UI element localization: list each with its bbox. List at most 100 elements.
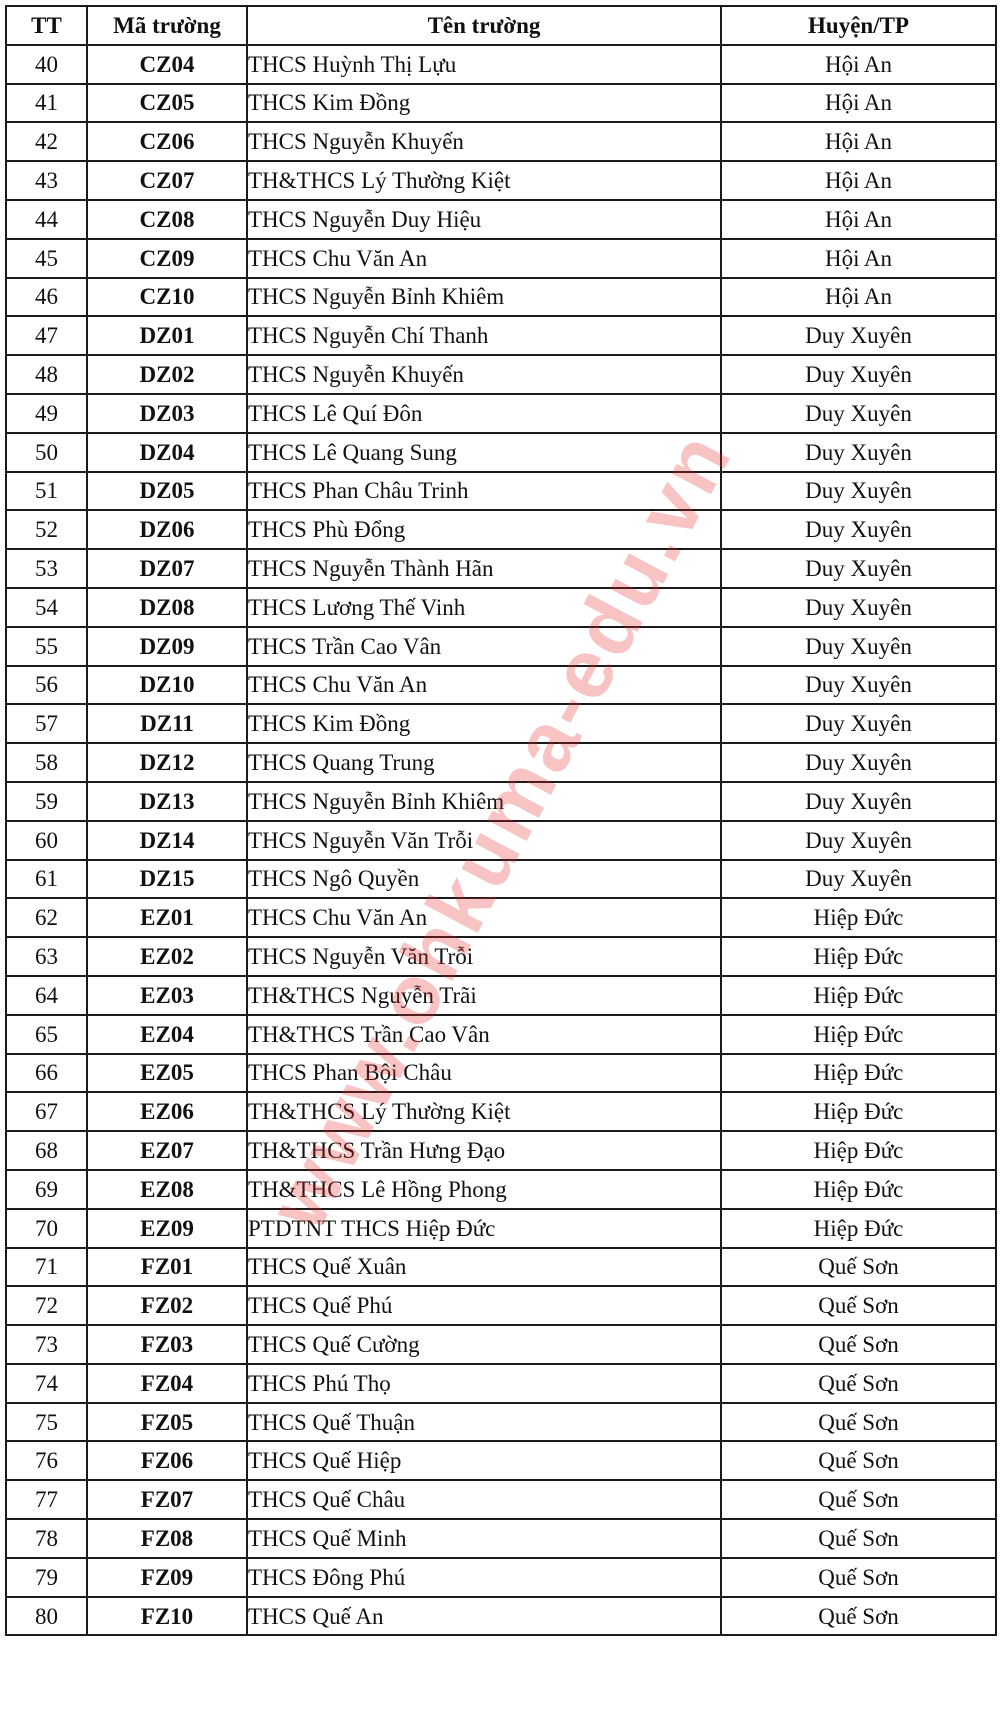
school-code: FZ07 [86,1479,248,1521]
school-code: CZ10 [86,276,248,318]
table-row: 70 EZ09 PTDTNT THCS Hiệp Đức Hiệp Đức [5,1207,997,1249]
row-number: 51 [5,470,88,512]
school-name: TH&THCS Lý Thường Kiệt [246,160,722,201]
school-code: EZ02 [86,936,248,977]
table-row: 55 DZ09 THCS Trần Cao Vân Duy Xuyên [5,625,997,667]
row-number: 56 [5,664,88,706]
school-code: DZ08 [86,586,248,628]
school-name: THCS Quế Xuân [246,1246,722,1288]
school-code: EZ03 [86,974,248,1016]
school-name: THCS Nguyễn Văn Trỗi [246,819,722,861]
table-row: 72 FZ02 THCS Quế Phú Quế Sơn [5,1285,997,1327]
row-number: 65 [5,1013,88,1055]
district-name: Hội An [720,43,997,85]
row-number: 46 [5,276,88,318]
row-number: 49 [5,392,88,434]
school-name: THCS Ngô Quyền [246,858,722,900]
table-row: 52 DZ06 THCS Phù Đổng Duy Xuyên [5,509,997,551]
table-row: 75 FZ05 THCS Quế Thuận Quế Sơn [5,1401,997,1443]
school-code: EZ05 [86,1052,248,1094]
district-name: Hiệp Đức [720,1168,997,1210]
row-number: 73 [5,1324,88,1365]
district-name: Hội An [720,276,997,318]
table-row: 74 FZ04 THCS Phú Thọ Quế Sơn [5,1362,997,1404]
district-name: Duy Xuyên [720,586,997,628]
district-name: Quế Sơn [720,1324,997,1365]
table-row: 44 CZ08 THCS Nguyễn Duy Hiệu Hội An [5,198,997,240]
school-code: EZ08 [86,1168,248,1210]
district-name: Hiệp Đức [720,1207,997,1249]
school-code: CZ05 [86,82,248,124]
row-number: 54 [5,586,88,628]
table-row: 58 DZ12 THCS Quang Trung Duy Xuyên [5,742,997,783]
school-code: EZ01 [86,897,248,939]
district-name: Quế Sơn [720,1285,997,1327]
school-name: THCS Quế Châu [246,1479,722,1521]
district-name: Hội An [720,237,997,279]
district-name: Quế Sơn [720,1479,997,1521]
school-code: CZ07 [86,160,248,201]
table-row: 57 DZ11 THCS Kim Đồng Duy Xuyên [5,703,997,745]
row-number: 53 [5,548,88,589]
district-name: Hiệp Đức [720,1052,997,1094]
row-number: 48 [5,354,88,395]
header-school-code: Mã trường [86,5,248,46]
table-row: 63 EZ02 THCS Nguyễn Văn Trỗi Hiệp Đức [5,936,997,977]
district-name: Duy Xuyên [720,858,997,900]
row-number: 63 [5,936,88,977]
table-row: 60 DZ14 THCS Nguyễn Văn Trỗi Duy Xuyên [5,819,997,861]
district-name: Hiệp Đức [720,1013,997,1055]
school-name: THCS Nguyễn Khuyến [246,354,722,395]
table-row: 62 EZ01 THCS Chu Văn An Hiệp Đức [5,897,997,939]
district-name: Hội An [720,121,997,163]
school-name: THCS Lê Quang Sung [246,431,722,473]
row-number: 80 [5,1595,88,1637]
district-name: Hội An [720,82,997,124]
school-name: TH&THCS Trần Cao Vân [246,1013,722,1055]
table-row: 41 CZ05 THCS Kim Đồng Hội An [5,82,997,124]
row-number: 69 [5,1168,88,1210]
table-row: 64 EZ03 TH&THCS Nguyễn Trãi Hiệp Đức [5,974,997,1016]
district-name: Duy Xuyên [720,625,997,667]
table-row: 71 FZ01 THCS Quế Xuân Quế Sơn [5,1246,997,1288]
district-name: Hội An [720,198,997,240]
school-code: DZ03 [86,392,248,434]
school-name: THCS Quế Cường [246,1324,722,1365]
table-row: 42 CZ06 THCS Nguyễn Khuyến Hội An [5,121,997,163]
school-code: FZ05 [86,1401,248,1443]
school-name: THCS Quang Trung [246,742,722,783]
row-number: 40 [5,43,88,85]
school-name: THCS Quế Thuận [246,1401,722,1443]
school-code: DZ15 [86,858,248,900]
district-name: Duy Xuyên [720,703,997,745]
school-code: FZ06 [86,1440,248,1482]
row-number: 52 [5,509,88,551]
row-number: 58 [5,742,88,783]
table-row: 78 FZ08 THCS Quế Minh Quế Sơn [5,1518,997,1559]
row-number: 50 [5,431,88,473]
school-code: CZ04 [86,43,248,85]
table-row: 80 FZ10 THCS Quế An Quế Sơn [5,1595,997,1637]
school-code: DZ02 [86,354,248,395]
table-row: 43 CZ07 TH&THCS Lý Thường Kiệt Hội An [5,160,997,201]
school-name: THCS Nguyễn Khuyến [246,121,722,163]
table-row: 66 EZ05 THCS Phan Bội Châu Hiệp Đức [5,1052,997,1094]
table-row: 53 DZ07 THCS Nguyễn Thành Hãn Duy Xuyên [5,548,997,589]
district-name: Quế Sơn [720,1518,997,1559]
school-name: THCS Chu Văn An [246,664,722,706]
table-row: 47 DZ01 THCS Nguyễn Chí Thanh Duy Xuyên [5,315,997,357]
school-table: TT Mã trường Tên trường Huyện/TP 40 CZ04 T… [5,5,997,1637]
district-name: Duy Xuyên [720,664,997,706]
district-name: Hiệp Đức [720,897,997,939]
district-name: Duy Xuyên [720,509,997,551]
district-name: Duy Xuyên [720,742,997,783]
school-name: THCS Đông Phú [246,1556,722,1598]
row-number: 77 [5,1479,88,1521]
district-name: Duy Xuyên [720,392,997,434]
table-row: 45 CZ09 THCS Chu Văn An Hội An [5,237,997,279]
row-number: 41 [5,82,88,124]
school-code: FZ03 [86,1324,248,1365]
school-name: THCS Phù Đổng [246,509,722,551]
table-row: 79 FZ09 THCS Đông Phú Quế Sơn [5,1556,997,1598]
school-code: EZ07 [86,1130,248,1171]
